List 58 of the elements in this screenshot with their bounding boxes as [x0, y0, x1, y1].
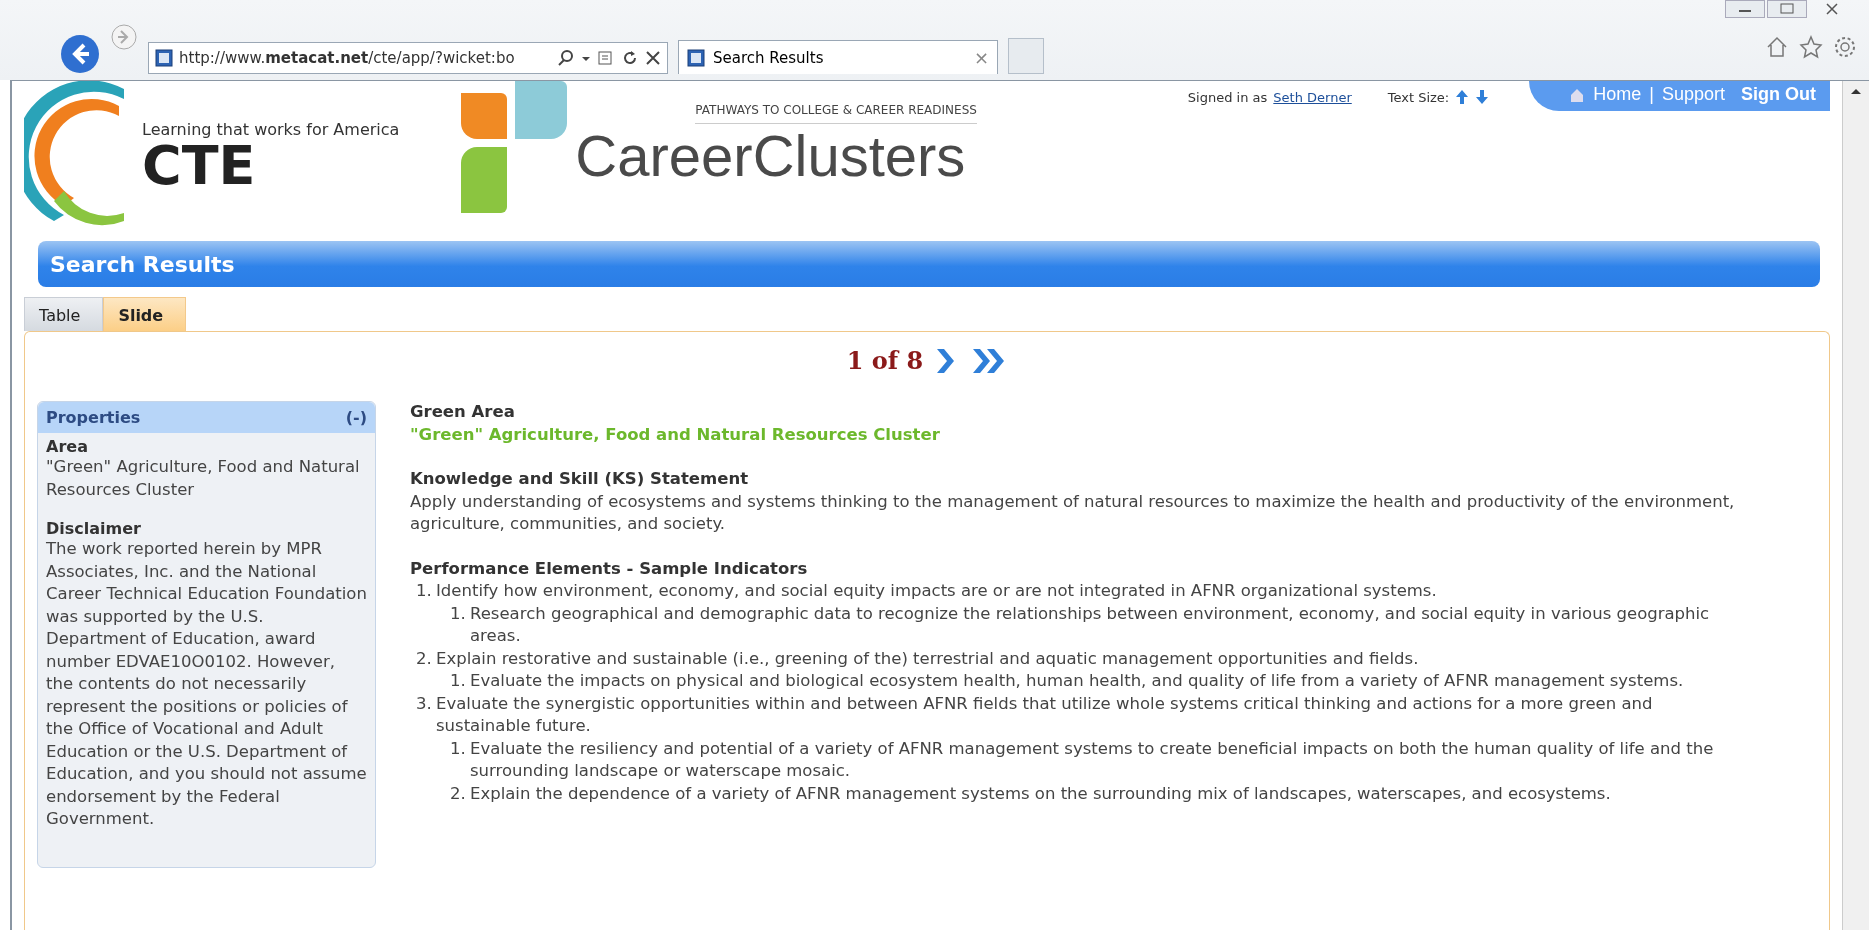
settings-icon[interactable] — [1833, 35, 1857, 59]
statement-text: Apply understanding of ecosystems and systems thinking to the management of natural resources to maximize the health and productivity of the environment, agriculture, communities, and society. — [410, 490, 1736, 535]
site-icon — [155, 49, 173, 67]
list-number: 1. — [450, 602, 467, 625]
cte-tagline: Learning that works for America — [142, 119, 400, 139]
indicator-text: Research geographical and demographic data to recognize the relationships between environment, economy, and social equity in various geographic areas. — [470, 602, 1711, 647]
list-number: 2. — [416, 647, 433, 670]
signed-in-label: Signed in as — [1187, 89, 1268, 105]
cte-wordmark: CTE — [142, 138, 256, 193]
indicator-text: Identify how environment, economy, and social equity impacts are or are not integrated in AFNR organizational systems. — [436, 580, 1437, 602]
indicator-text: Evaluate the resiliency and potential of a variety of AFNR management systems to create beneficial impacts on both the human quality of life and the surrounding landscape or waterscape mosaic. — [470, 737, 1715, 782]
nav-separator: | — [1649, 84, 1654, 105]
search-icon[interactable] — [557, 49, 575, 67]
user-link[interactable]: Seth Derner — [1273, 89, 1352, 105]
star-icon[interactable] — [1799, 35, 1823, 59]
list-number: 1. — [416, 580, 433, 602]
back-icon[interactable] — [60, 34, 100, 74]
indicator-text: Explain restorative and sustainable (i.e., greening of the) terrestrial and aquatic management opportunities and fields. — [436, 647, 1419, 670]
address-bar[interactable]: http://www.metacat.net/cte/app/?wicket:bo — [148, 42, 668, 74]
collapse-toggle[interactable]: (-) — [345, 408, 367, 427]
property-text: The work reported herein by MPR Associates, Inc. and the National Career Technical Education Foundation was supported by the U.S. Department of Education, award number EDVAE10O0102. However, the contents do not necessarily represent the positions or policies of the Office of Vocational and Adult Education or the U.S. Department of Education, and you should not assume endorsement by the Federal Government. — [46, 538, 367, 830]
list-number: 1. — [450, 737, 467, 760]
clusters-wordmark: CareerClusters — [575, 124, 967, 188]
browser-tab[interactable]: Search Results × — [678, 40, 998, 74]
minimize-icon[interactable] — [1725, 0, 1765, 18]
property-text: "Green" Agriculture, Food and Natural Resources Cluster — [46, 456, 361, 501]
properties-title: Properties — [46, 408, 141, 427]
view-tab[interactable]: Table — [24, 297, 104, 331]
section-heading: Green Area — [410, 401, 516, 423]
property-heading: Area — [46, 437, 89, 456]
refresh-icon[interactable] — [621, 49, 639, 67]
page-title-bar: Search Results — [38, 241, 1820, 287]
home-icon[interactable] — [1765, 35, 1789, 59]
tab-close[interactable]: × — [973, 47, 989, 68]
view-tab[interactable]: Slide — [103, 297, 187, 331]
indicator-text: Explain the dependence of a variety of AFNR management systems on the surrounding mix of landscapes, waterscapes, and ecosystems. — [470, 782, 1611, 805]
list-number: 2. — [450, 782, 467, 805]
clusters-leaf-icon — [459, 81, 570, 216]
scrollbar[interactable] — [1842, 81, 1869, 930]
stop-icon[interactable] — [645, 49, 661, 67]
pathways-tagline: PATHWAYS TO COLLEGE & CAREER READINESS — [695, 103, 977, 124]
page-counter: 1 of 8 — [846, 346, 924, 375]
property-heading: Disclaimer — [46, 519, 142, 538]
site-icon — [687, 48, 705, 67]
cluster-name: "Green" Agriculture, Food and Natural Resources Cluster — [410, 423, 941, 446]
list-number: 3. — [416, 692, 433, 715]
arrow-down-icon[interactable] — [1475, 89, 1490, 105]
forward-icon[interactable] — [110, 23, 138, 51]
list-number: 1. — [450, 670, 467, 692]
indicator-text: Evaluate the synergistic opportunities within and between AFNR fields that utilize whole systems critical thinking and actions for a more green and sustainable future. — [436, 692, 1654, 737]
section-heading: Knowledge and Skill (KS) Statement — [410, 468, 750, 490]
arrow-up-icon[interactable] — [1455, 89, 1470, 105]
tab-title: Search Results — [713, 48, 824, 67]
section-heading: Performance Elements - Sample Indicators — [410, 557, 809, 580]
home-icon[interactable] — [1569, 86, 1586, 103]
text-size-label: Text Size: — [1387, 89, 1450, 105]
indicator-text: Evaluate the impacts on physical and biological ecosystem health, human health, and quality of life from a variety of AFNR management systems. — [470, 670, 1684, 692]
url-text: http://www.metacat.net/cte/app/?wicket:bo — [179, 49, 515, 67]
